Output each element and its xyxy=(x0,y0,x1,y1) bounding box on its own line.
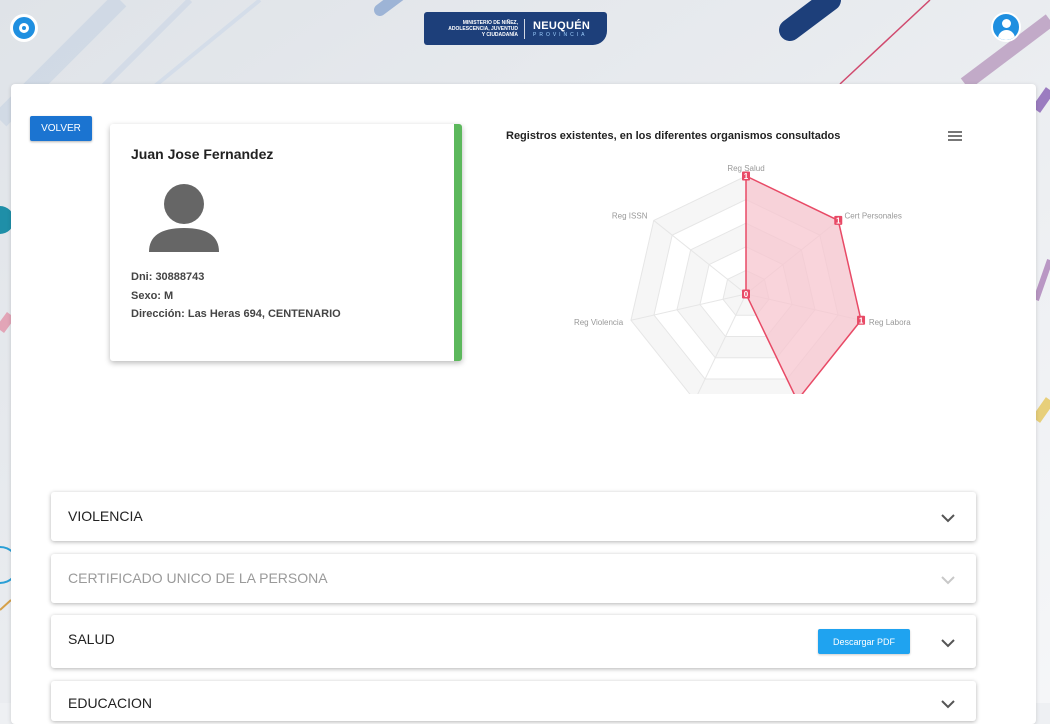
user-account-icon[interactable] xyxy=(991,12,1021,42)
section-title: CERTIFICADO UNICO DE LA PERSONA xyxy=(68,570,328,586)
government-logo: MINISTERIO DE NIÑEZ, ADOLESCENCIA, JUVEN… xyxy=(424,12,607,45)
radar-value-label: 1 xyxy=(744,172,749,181)
person-name: Juan Jose Fernandez xyxy=(131,146,274,162)
ministry-text: MINISTERIO DE NIÑEZ, ADOLESCENCIA, JUVEN… xyxy=(448,19,518,38)
radar-category-label: Reg ISSN xyxy=(612,211,648,220)
radar-value-label: 1 xyxy=(836,216,841,225)
radar-center-label: 0 xyxy=(744,290,749,299)
radar-category-label: Reg Violencia xyxy=(574,318,624,327)
person-sex: Sexo: M xyxy=(131,290,174,302)
radar-category-label: Cert Personales xyxy=(845,211,902,220)
section-title: EDUCACION xyxy=(68,695,153,711)
radar-category-label: Reg Laborales xyxy=(869,318,911,327)
chart-menu-icon[interactable] xyxy=(948,131,962,143)
section-certificado[interactable]: CERTIFICADO UNICO DE LA PERSONA xyxy=(51,554,976,603)
download-pdf-button[interactable]: Descargar PDF xyxy=(818,629,910,654)
person-address: Dirección: Las Heras 694, CENTENARIO xyxy=(131,308,341,320)
section-title: SALUD xyxy=(68,631,115,647)
chevron-down-icon[interactable] xyxy=(940,513,956,523)
section-title: VIOLENCIA xyxy=(68,508,143,524)
back-button[interactable]: VOLVER xyxy=(30,116,92,141)
person-card: Juan Jose Fernandez Dni: 30888743 Sexo: … xyxy=(110,124,462,361)
province-name: NEUQUÉN xyxy=(533,19,591,32)
radar-value-label: 1 xyxy=(859,316,864,325)
person-dni: Dni: 30888743 xyxy=(131,271,205,283)
province-subtitle: PROVINCIA xyxy=(533,31,588,38)
app-logo-icon[interactable] xyxy=(10,14,38,42)
person-avatar-icon xyxy=(149,184,219,252)
chevron-down-icon[interactable] xyxy=(940,575,956,585)
chart-title: Registros existentes, en los diferentes … xyxy=(506,130,841,142)
logo-divider xyxy=(524,18,525,39)
radar-category-label: Reg Salud xyxy=(727,164,764,173)
chevron-down-icon[interactable] xyxy=(940,638,956,648)
chevron-down-icon[interactable] xyxy=(940,699,956,709)
section-educacion[interactable]: EDUCACION xyxy=(51,681,976,721)
section-violencia[interactable]: VIOLENCIA xyxy=(51,492,976,541)
top-bar: MINISTERIO DE NIÑEZ, ADOLESCENCIA, JUVEN… xyxy=(0,0,1050,70)
radar-chart: 11110Reg SaludCert PersonalesReg Laboral… xyxy=(574,164,911,394)
section-salud[interactable]: SALUD Descargar PDF xyxy=(51,615,976,668)
